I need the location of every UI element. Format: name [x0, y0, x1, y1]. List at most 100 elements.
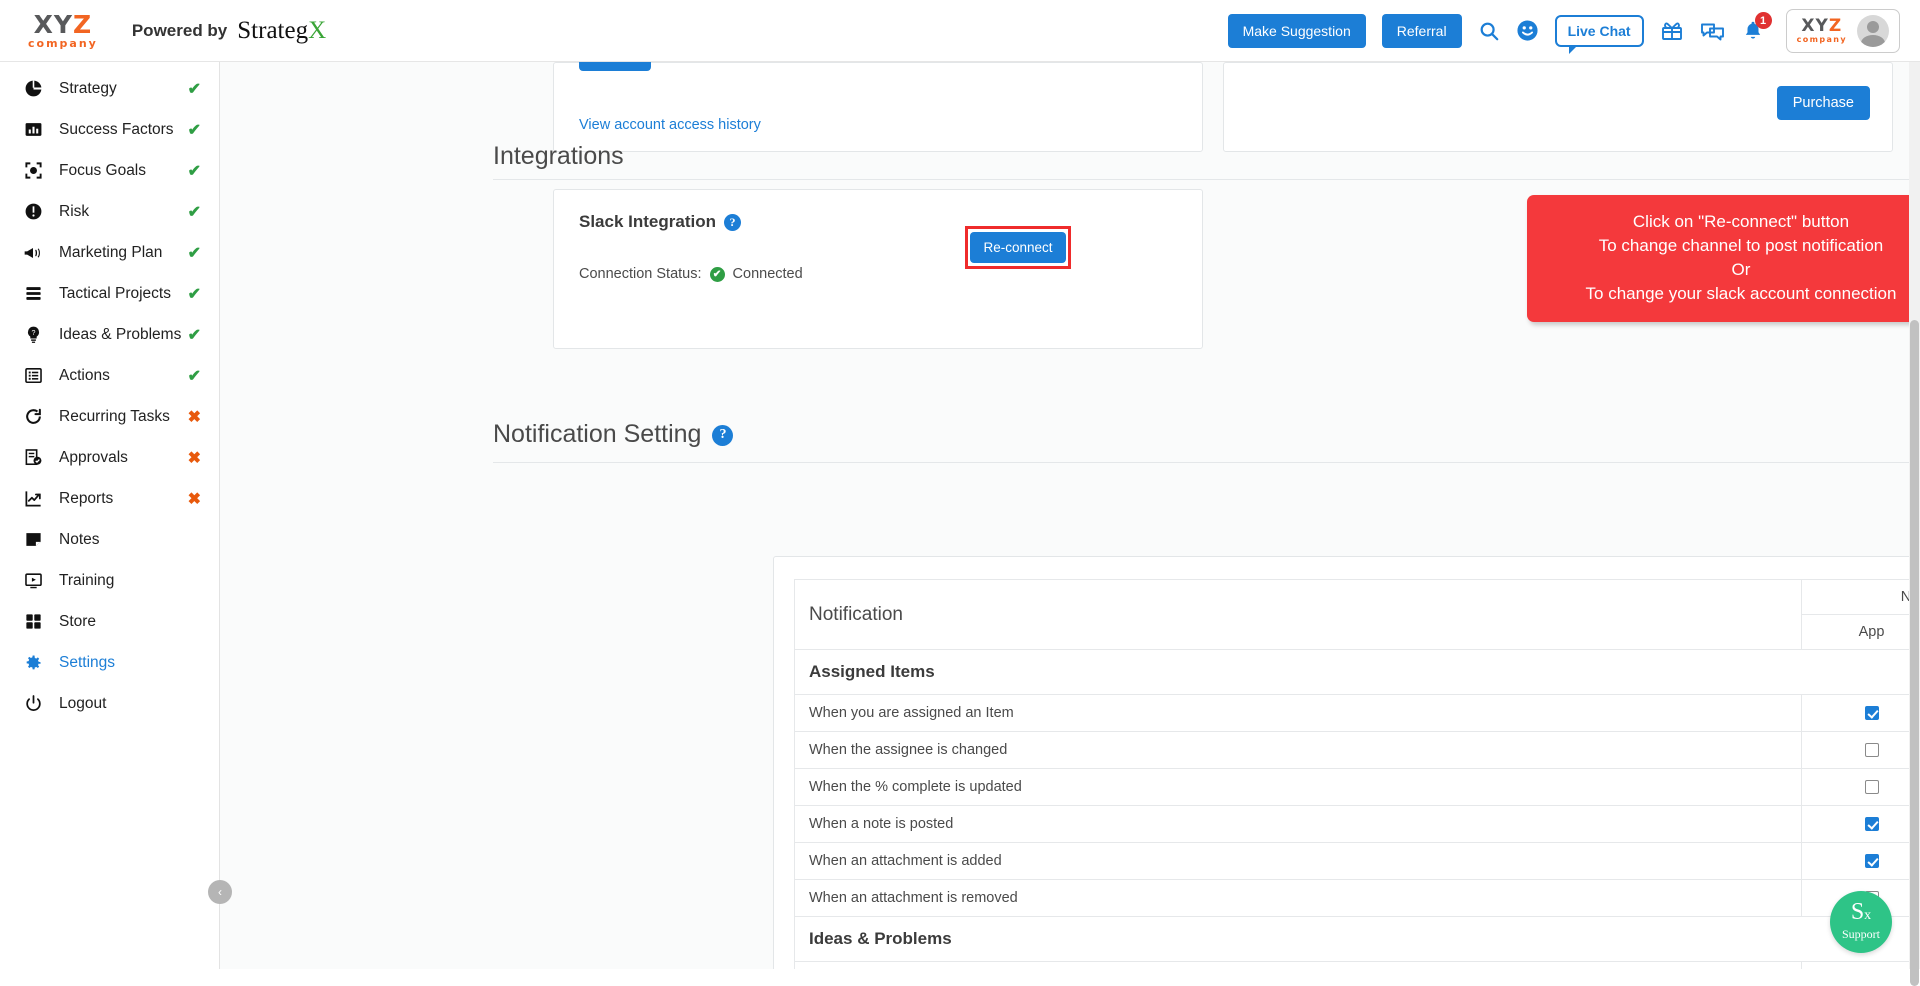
- chat-icon[interactable]: [1700, 19, 1726, 43]
- brand-block: XYZ company Powered by StrategX: [0, 12, 326, 49]
- strategyx-logo: StrategX: [237, 17, 326, 45]
- row-label: When you are assigned an Item: [795, 695, 1802, 732]
- xyz-company-logo[interactable]: XYZ company: [28, 12, 98, 49]
- app-checkbox[interactable]: [1865, 743, 1879, 757]
- support-logo: Sx: [1851, 902, 1871, 926]
- sidebar-item-success-factors[interactable]: Success Factors ✔: [0, 109, 219, 150]
- sidebar-item-actions[interactable]: Actions ✔: [0, 355, 219, 396]
- account-menu[interactable]: XYZ company: [1786, 9, 1900, 53]
- sidebar-label: Reports: [59, 490, 188, 508]
- note-icon: [22, 529, 44, 551]
- stack-icon: [22, 283, 44, 305]
- sidebar-label: Strategy: [59, 80, 188, 98]
- search-icon[interactable]: [1478, 20, 1500, 42]
- table-body: Assigned Items When you are assigned an …: [795, 650, 1920, 970]
- row-app-cell: [1802, 695, 1920, 732]
- sidebar-label: Logout: [59, 695, 201, 713]
- gear-icon: [22, 652, 44, 674]
- sidebar-item-marketing-plan[interactable]: Marketing Plan ✔: [0, 232, 219, 273]
- sidebar-item-risk[interactable]: Risk ✔: [0, 191, 219, 232]
- support-button[interactable]: Sx Support: [1830, 891, 1892, 953]
- gift-icon[interactable]: [1660, 19, 1684, 43]
- list-icon: [22, 365, 44, 387]
- connection-status-label: Connection Status:: [579, 266, 702, 282]
- row-label: When a note is posted: [795, 806, 1802, 843]
- lightbulb-icon: ?: [22, 324, 44, 346]
- sidebar-item-recurring-tasks[interactable]: Recurring Tasks ✖: [0, 396, 219, 437]
- table-group-row: Assigned Items: [795, 650, 1920, 695]
- sidebar-item-tactical-projects[interactable]: Tactical Projects ✔: [0, 273, 219, 314]
- row-label: When the % complete is updated: [795, 769, 1802, 806]
- sidebar-label: Approvals: [59, 449, 188, 467]
- reconnect-highlight-box: Re-connect: [965, 226, 1071, 269]
- sidebar-item-settings[interactable]: Settings: [0, 642, 219, 683]
- row-label: When someone submits an idea: [795, 962, 1802, 970]
- account-action-button[interactable]: [579, 62, 651, 71]
- purchase-card: Purchase: [1223, 62, 1893, 152]
- col-notify-me-on: Notify me on: [1802, 580, 1920, 615]
- row-app-cell: [1802, 962, 1920, 970]
- grid-icon: [22, 611, 44, 633]
- table-group-row: Ideas & Problems: [795, 917, 1920, 962]
- group-label: Assigned Items: [795, 650, 1920, 695]
- sidebar-collapse-toggle[interactable]: ‹: [208, 880, 232, 904]
- bell-icon[interactable]: 1: [1742, 19, 1764, 42]
- purchase-button[interactable]: Purchase: [1777, 86, 1870, 120]
- table-row: When the % complete is updated: [795, 769, 1920, 806]
- reconnect-button[interactable]: Re-connect: [970, 232, 1065, 263]
- account-access-card: View account access history: [553, 62, 1203, 152]
- help-icon[interactable]: ?: [724, 214, 741, 231]
- approval-icon: [22, 447, 44, 469]
- referral-button[interactable]: Referral: [1382, 14, 1462, 48]
- table-header-row-1: Notification Notify me on: [795, 580, 1920, 615]
- sidebar-item-logout[interactable]: Logout: [0, 683, 219, 724]
- table-row: When someone submits an idea: [795, 962, 1920, 970]
- view-account-access-history-link[interactable]: View account access history: [579, 117, 761, 133]
- sidebar-item-training[interactable]: Training: [0, 560, 219, 601]
- row-label: When an attachment is added: [795, 843, 1802, 880]
- notification-divider: [493, 462, 1920, 463]
- sidebar-item-focus-goals[interactable]: Focus Goals ✔: [0, 150, 219, 191]
- row-app-cell: [1802, 769, 1920, 806]
- sidebar-item-reports[interactable]: Reports ✖: [0, 478, 219, 519]
- connected-check-icon: ✔: [710, 267, 725, 282]
- sidebar-label: Success Factors: [59, 121, 188, 139]
- alert-icon: [22, 201, 44, 223]
- status-check-icon: ✔: [188, 243, 201, 263]
- smiley-icon[interactable]: [1516, 19, 1539, 42]
- app-checkbox[interactable]: [1865, 780, 1879, 794]
- sidebar-item-store[interactable]: Store: [0, 601, 219, 642]
- table-row: When a note is posted: [795, 806, 1920, 843]
- make-suggestion-button[interactable]: Make Suggestion: [1228, 14, 1366, 48]
- slack-integration-card: Slack Integration? Connection Status: ✔ …: [553, 189, 1203, 349]
- callout-line-2: To change channel to post notification: [1539, 234, 1920, 258]
- app-checkbox[interactable]: [1865, 706, 1879, 720]
- sidebar-item-strategy[interactable]: Strategy ✔: [0, 68, 219, 109]
- pie-chart-icon: [22, 78, 44, 100]
- app-checkbox[interactable]: [1865, 817, 1879, 831]
- status-check-icon: ✔: [188, 202, 201, 222]
- notification-table-card: Notification Notify me on App Slack Assi…: [773, 556, 1920, 969]
- table-head: Notification Notify me on App Slack: [795, 580, 1920, 650]
- sidebar-item-approvals[interactable]: Approvals ✖: [0, 437, 219, 478]
- status-check-icon: ✔: [188, 325, 201, 345]
- row-app-cell: [1802, 732, 1920, 769]
- status-check-icon: ✔: [188, 79, 201, 99]
- app-checkbox[interactable]: [1865, 854, 1879, 868]
- notification-table: Notification Notify me on App Slack Assi…: [794, 579, 1920, 969]
- sidebar-label: Store: [59, 613, 201, 631]
- sidebar-label: Recurring Tasks: [59, 408, 188, 426]
- page-scrollbar[interactable]: [1909, 62, 1920, 969]
- help-icon[interactable]: ?: [712, 425, 733, 446]
- scrollbar-thumb[interactable]: [1910, 320, 1919, 986]
- powered-by-label: Powered by: [132, 21, 227, 41]
- connection-status-row: Connection Status: ✔ Connected: [579, 266, 803, 282]
- target-icon: [22, 160, 44, 182]
- trending-up-icon: [22, 488, 44, 510]
- notification-heading-text: Notification Setting: [493, 420, 701, 448]
- avatar[interactable]: [1857, 15, 1889, 47]
- sidebar-item-ideas-problems[interactable]: ? Ideas & Problems ✔: [0, 314, 219, 355]
- live-chat-button[interactable]: Live Chat: [1555, 15, 1644, 47]
- sidebar-item-notes[interactable]: Notes: [0, 519, 219, 560]
- table-row: When the assignee is changed: [795, 732, 1920, 769]
